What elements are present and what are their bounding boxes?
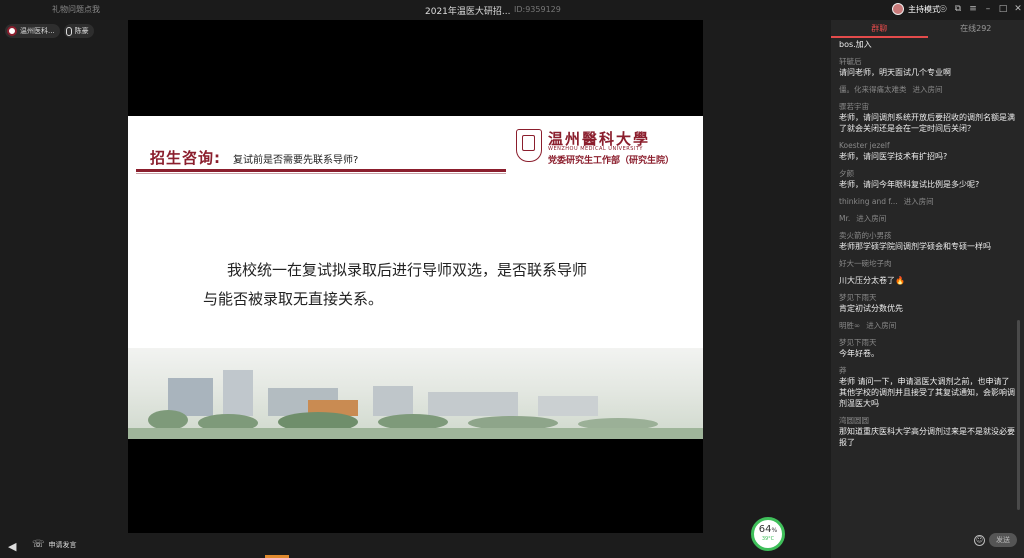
phone-icon: ☏ xyxy=(32,539,45,550)
university-english-name: WENZHOU MEDICAL UNIVERSITY xyxy=(548,146,643,152)
chat-message: 梦见下雨天今年好卷。 xyxy=(839,337,1015,359)
chat-sender-name: Koester jezelf xyxy=(839,141,890,150)
campus-image xyxy=(128,348,703,439)
host-mode-label: 主持模式 xyxy=(908,4,940,14)
chat-sender-name: 僵。化来得痛太难类 进入房间 xyxy=(839,85,943,94)
chat-message: Mr. 进入房间 xyxy=(839,213,1015,224)
host-mode-toggle[interactable]: 主持模式 xyxy=(892,3,940,15)
microphone-icon xyxy=(65,26,72,36)
participant-name: 陈豪 xyxy=(74,27,89,35)
chat-message: 川大压分太卷了🔥 xyxy=(839,275,1015,286)
chat-message-text: 川大压分太卷了🔥 xyxy=(839,276,905,285)
host-avatar xyxy=(892,3,904,15)
chat-panel: 群聊 在线292 bos.加入 轩毓后请问老师，明天面试几个专业啊 僵。化来得痛太难… xyxy=(831,20,1024,558)
slide-question: 复试前是否需要先联系导师? xyxy=(233,155,359,166)
chat-sender-name: 卖火箭的小男孩 xyxy=(839,231,892,240)
chat-message-text: 今年好卷。 xyxy=(839,349,879,358)
participant-pill[interactable]: 温州医科... xyxy=(5,24,60,38)
chat-message-text: 老师那学硕学院间调剂学硕会和专硕一样吗 xyxy=(839,242,991,251)
chat-message-text: 肯定初试分数优先 xyxy=(839,304,903,313)
bottom-toolbar: ◀ ☏ 申请发言 xyxy=(0,533,830,558)
chat-sender-name: 骤若宇宙 xyxy=(839,102,869,111)
chat-sender-name: 夕颜 xyxy=(839,169,854,178)
join-room-notice: 进入房间 xyxy=(856,214,887,223)
university-crest-icon xyxy=(516,129,542,162)
chat-message: 湾圆圆圆那知道重庆医科大学高分调剂过来是不是就没必要报了 xyxy=(839,415,1015,448)
chat-input-row: ☺ 发送 xyxy=(831,530,1024,552)
chat-message: 轩毓后请问老师，明天面试几个专业啊 xyxy=(839,56,1015,78)
slide-body: 我校统一在复试拟录取后进行导师双选，是否联系导师与能否被录取无直接关系。 xyxy=(203,261,588,308)
chat-message-text: 老师，请问今年眼科复试比例是多少呢? xyxy=(839,180,980,189)
chat-sender-name: 轩毓后 xyxy=(839,57,862,66)
chat-sender-name: Mr. 进入房间 xyxy=(839,214,887,223)
chat-message-text: 请问老师，明天面试几个专业啊 xyxy=(839,68,951,77)
chat-message-text: 老师 请问一下，申请温医大调剂之前，也申请了其他学校的调剂并且接受了其复试通知，… xyxy=(839,377,1015,408)
meeting-id: ID:9359129 xyxy=(514,5,561,14)
apply-speak-button[interactable]: ☏ 申请发言 xyxy=(32,539,77,550)
emoji-icon[interactable]: ☺ xyxy=(974,535,985,546)
menu-icon[interactable]: ≡ xyxy=(968,3,978,15)
chat-message: 僵。化来得痛太难类 进入房间 xyxy=(839,84,1015,95)
meeting-title: 2021年温医大研招... xyxy=(425,7,511,17)
chat-message-text: bos.加入 xyxy=(839,40,872,49)
popout-icon[interactable]: ⧉ xyxy=(953,3,963,15)
settings-icon[interactable]: ◎ xyxy=(938,3,948,15)
participant-pill[interactable]: 陈豪 xyxy=(63,24,94,38)
chat-message: 明胜∞ 进入房间 xyxy=(839,320,1015,331)
chat-sender-name: 明胜∞ 进入房间 xyxy=(839,321,897,330)
chat-message-text: 老师，请问医学技术有扩招吗? xyxy=(839,152,948,161)
participant-name: 温州医科... xyxy=(20,27,55,35)
chat-sender-name: 梦见下雨天 xyxy=(839,293,877,302)
chat-message-text: 那知道重庆医科大学高分调剂过来是不是就没必要报了 xyxy=(839,427,1015,447)
chat-message: 好大一碗坨子肉 xyxy=(839,258,1015,269)
chat-message-text: 老师，请问调剂系统开放后要招收的调剂名额是满了就会关闭还是会在一定时间后关闭？ xyxy=(839,113,1015,133)
minimize-button[interactable]: – xyxy=(983,3,993,15)
panel-tabs: 群聊 在线292 xyxy=(831,20,1024,38)
chat-sender-name: 好大一碗坨子肉 xyxy=(839,259,892,268)
participant-strip: 温州医科... 陈豪 xyxy=(5,24,94,38)
gauge-temperature: 39°C xyxy=(761,536,775,542)
chat-sender-name: 梦见下雨天 xyxy=(839,338,877,347)
university-logo-icon xyxy=(7,26,17,36)
join-room-notice: 进入房间 xyxy=(866,321,897,330)
chat-message-list[interactable]: bos.加入 轩毓后 请问老师，明天面试几个专业啊 僵。化来得痛太难类 进入房间 骤若宇宙… xyxy=(839,39,1015,549)
chat-sender-name: 莽 xyxy=(839,366,847,375)
chat-sender-name: 湾圆圆圆 xyxy=(839,416,869,425)
chat-sender-name: thinking and f... 进入房间 xyxy=(839,197,934,206)
tab-group-chat[interactable]: 群聊 xyxy=(831,20,928,38)
join-room-notice: 进入房间 xyxy=(912,85,943,94)
department-name: 党委研究生工作部（研究生院） xyxy=(548,156,675,166)
speaker-icon[interactable]: ◀ xyxy=(8,540,16,553)
close-button[interactable]: ✕ xyxy=(1013,3,1023,15)
join-room-notice: 进入房间 xyxy=(903,197,934,206)
chat-message: Koester jezelf 老师，请问医学技术有扩招吗? xyxy=(839,140,1015,162)
gauge-value: 64 xyxy=(758,524,772,535)
chat-message: 卖火箭的小男孩老师那学硕学院间调剂学硕会和专硕一样吗 xyxy=(839,230,1015,252)
shared-slide: 招生咨询: 复试前是否需要先联系导师? 温州醫科大學 WENZHOU MEDIC… xyxy=(128,116,703,439)
tab-online[interactable]: 在线292 xyxy=(928,20,1024,38)
send-button[interactable]: 发送 xyxy=(989,533,1017,547)
chat-message: 梦见下雨天肯定初试分数优先 xyxy=(839,292,1015,314)
window-controls: ◎ ⧉ ≡ – □ ✕ xyxy=(938,3,1023,15)
app-window: 礼物问题点我 2021年温医大研招... ID:9359129 主持模式 ◎ ⧉… xyxy=(0,0,1024,558)
chat-message: thinking and f... 进入房间 xyxy=(839,196,1015,207)
chat-message: bos.加入 xyxy=(839,39,1015,50)
chat-message: 夕颜老师，请问今年眼科复试比例是多少呢? xyxy=(839,168,1015,190)
gauge-unit: % xyxy=(771,527,778,534)
chat-scrollbar[interactable] xyxy=(1017,320,1020,510)
heading-divider-thin xyxy=(136,173,506,174)
heading-divider xyxy=(136,169,506,172)
chat-message: 骤若宇宙老师，请问调剂系统开放后要招收的调剂名额是满了就会关闭还是会在一定时间后… xyxy=(839,101,1015,134)
title-bar: 礼物问题点我 2021年温医大研招... ID:9359129 主持模式 ◎ ⧉… xyxy=(0,0,1024,20)
maximize-button[interactable]: □ xyxy=(998,3,1008,15)
performance-gauge[interactable]: 64% 39°C xyxy=(751,517,785,551)
gift-hint-link[interactable]: 礼物问题点我 xyxy=(52,4,100,15)
apply-speak-label: 申请发言 xyxy=(48,540,77,549)
slide-heading: 招生咨询: xyxy=(150,149,221,167)
chat-message: 莽老师 请问一下，申请温医大调剂之前，也申请了其他学校的调剂并且接受了其复试通知… xyxy=(839,365,1015,409)
